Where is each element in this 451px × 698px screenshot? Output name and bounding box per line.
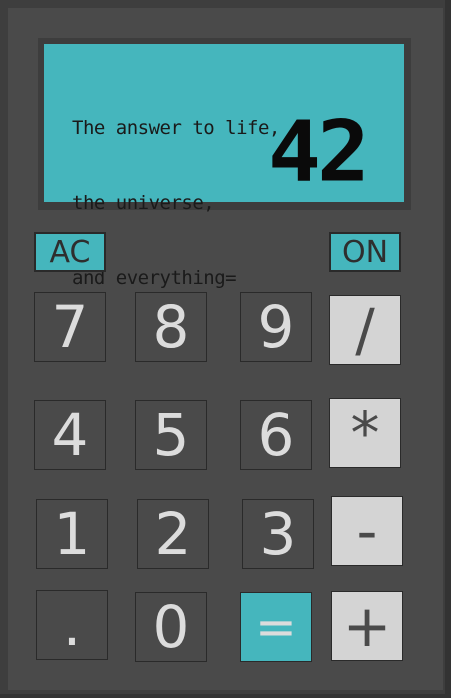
- display-result: 42: [268, 102, 370, 201]
- key-5-button[interactable]: 5: [135, 400, 207, 470]
- key-4-button[interactable]: 4: [34, 400, 106, 470]
- key-1-button[interactable]: 1: [36, 499, 108, 569]
- subtract-button[interactable]: -: [331, 496, 403, 566]
- key-6-button[interactable]: 6: [240, 400, 312, 470]
- multiply-button[interactable]: *: [329, 398, 401, 468]
- display-message-line-2: the universe,: [72, 192, 215, 214]
- decimal-point-button[interactable]: .: [36, 590, 108, 660]
- calculator-frame: The answer to life, the universe, and ev…: [0, 0, 451, 698]
- key-8-button[interactable]: 8: [135, 292, 207, 362]
- key-3-button[interactable]: 3: [242, 499, 314, 569]
- key-0-button[interactable]: 0: [135, 592, 207, 662]
- power-on-button[interactable]: ON: [329, 232, 401, 272]
- divide-button[interactable]: /: [329, 295, 401, 365]
- key-7-button[interactable]: 7: [34, 292, 106, 362]
- key-9-button[interactable]: 9: [240, 292, 312, 362]
- all-clear-button[interactable]: AC: [34, 232, 106, 272]
- equals-button[interactable]: =: [240, 592, 312, 662]
- display-message-line-1: The answer to life,: [72, 117, 280, 139]
- add-button[interactable]: +: [331, 591, 403, 661]
- key-2-button[interactable]: 2: [137, 499, 209, 569]
